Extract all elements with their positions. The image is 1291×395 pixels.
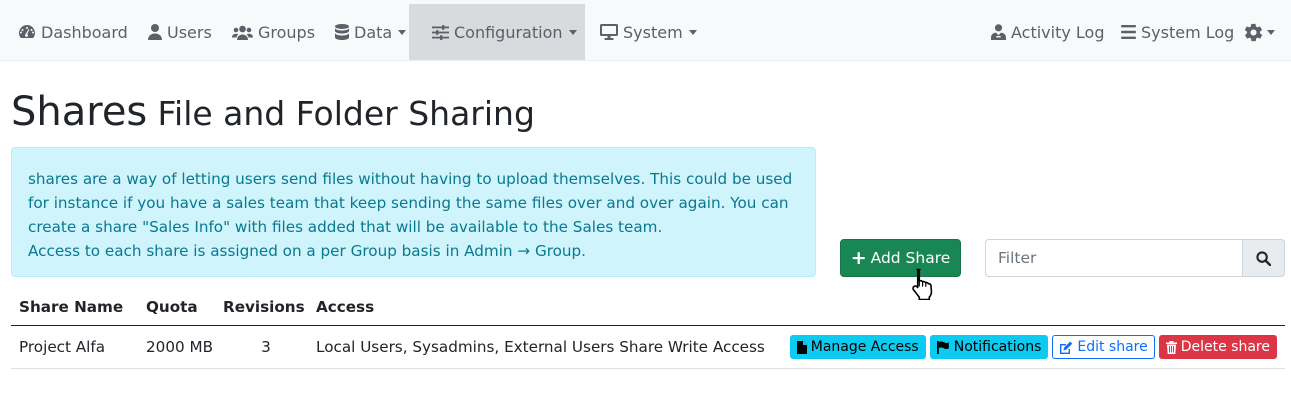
flag-icon [936, 340, 949, 354]
nav-system[interactable]: System [600, 4, 697, 60]
search-icon [1256, 250, 1272, 266]
page-title-main: Shares [11, 89, 148, 135]
table-header: Share Name Quota Revisions Access [11, 288, 1285, 326]
delete-share-label: Delete share [1180, 339, 1270, 355]
nav-system-log[interactable]: System Log [1121, 4, 1234, 60]
info-text-group: Access to each share is assigned on a pe… [28, 242, 587, 260]
nav-groups-label: Groups [258, 22, 316, 42]
header-share-name: Share Name [19, 297, 124, 316]
chevron-down-icon [568, 29, 577, 35]
desktop-icon [600, 24, 618, 40]
gear-icon [1244, 23, 1263, 41]
row-actions: Manage Access Notifications Edit share D… [789, 326, 1277, 368]
nav-settings[interactable] [1243, 4, 1275, 60]
nav-configuration-label: Configuration [454, 22, 563, 42]
header-access: Access [316, 297, 375, 316]
add-share-label: Add Share [870, 249, 951, 267]
nav-activity-log-label: Activity Log [1011, 22, 1105, 42]
nav-system-log-label: System Log [1141, 22, 1235, 42]
file-icon [796, 340, 807, 354]
add-share-button[interactable]: + Add Share [840, 239, 961, 277]
user-log-icon [991, 24, 1006, 40]
notifications-label: Notifications [953, 339, 1042, 355]
filter-group [985, 239, 1285, 277]
notifications-button[interactable]: Notifications [929, 335, 1049, 359]
nav-dashboard[interactable]: Dashboard [18, 4, 128, 60]
manage-access-label: Manage Access [810, 339, 919, 355]
trash-icon [1165, 340, 1177, 354]
top-navbar: Dashboard Users Groups Data Configuratio… [0, 0, 1291, 61]
dashboard-icon [19, 25, 35, 38]
filter-search-button[interactable] [1243, 239, 1285, 277]
chevron-down-icon [398, 29, 407, 35]
nav-users-label: Users [167, 22, 212, 42]
access-cell: Local Users, Sysadmins, External Users S… [316, 338, 765, 356]
nav-dashboard-label: Dashboard [41, 22, 128, 42]
nav-data[interactable]: Data [335, 4, 407, 60]
users-icon [232, 25, 253, 40]
shares-table: Share Name Quota Revisions Access Projec… [11, 288, 1285, 369]
revisions-cell: 3 [261, 338, 271, 356]
manage-access-button[interactable]: Manage Access [789, 335, 926, 359]
user-icon [148, 24, 162, 40]
nav-users[interactable]: Users [148, 4, 212, 60]
nav-configuration[interactable]: Configuration [409, 4, 585, 60]
share-name-cell: Project Alfa [19, 338, 106, 356]
quota-cell: 2000 MB [146, 338, 214, 356]
delete-share-button[interactable]: Delete share [1158, 335, 1277, 359]
chevron-down-icon [1267, 29, 1275, 35]
nav-data-label: Data [354, 22, 393, 42]
edit-share-label: Edit share [1077, 339, 1148, 355]
info-alert: shares are a way of letting users send f… [11, 147, 816, 277]
table-row: Project Alfa 2000 MB 3 Local Users, Sysa… [11, 326, 1285, 369]
chevron-down-icon [688, 29, 697, 35]
nav-system-label: System [623, 22, 683, 42]
nav-groups[interactable]: Groups [232, 4, 315, 60]
edit-share-button[interactable]: Edit share [1052, 335, 1155, 359]
edit-icon [1060, 341, 1073, 354]
header-revisions: Revisions [223, 297, 305, 316]
plus-icon: + [850, 246, 867, 269]
filter-input[interactable] [985, 239, 1244, 277]
sliders-icon [432, 24, 449, 40]
nav-activity-log[interactable]: Activity Log [991, 4, 1105, 60]
page-subtitle: File and Folder Sharing [157, 94, 535, 133]
info-text: shares are a way of letting users send f… [28, 170, 793, 236]
list-icon [1121, 25, 1136, 39]
database-icon [335, 24, 349, 40]
header-quota: Quota [146, 297, 198, 316]
page-title: Shares File and Folder Sharing [11, 92, 535, 132]
